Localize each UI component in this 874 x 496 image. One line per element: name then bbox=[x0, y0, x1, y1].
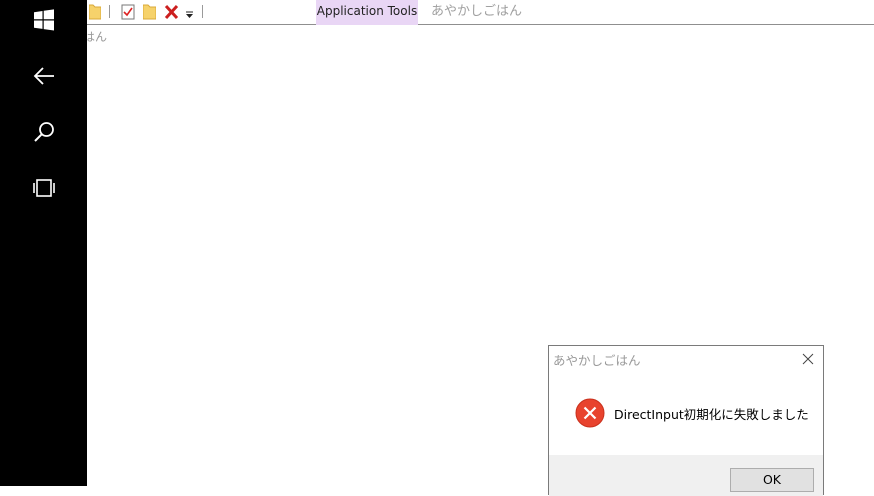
back-arrow-icon bbox=[32, 66, 56, 86]
properties-icon[interactable] bbox=[121, 4, 135, 20]
taskbar bbox=[0, 0, 87, 486]
clipped-window-label: はん bbox=[87, 30, 107, 44]
delete-icon[interactable] bbox=[164, 4, 179, 20]
folder-icon[interactable] bbox=[88, 4, 102, 20]
start-button[interactable] bbox=[0, 0, 87, 48]
task-view-icon bbox=[32, 178, 56, 198]
toolbar-separator bbox=[202, 5, 203, 18]
customize-dropdown-icon[interactable] bbox=[185, 4, 194, 20]
dialog-button-area: OK bbox=[549, 455, 823, 496]
error-icon bbox=[575, 398, 605, 428]
dialog-message: DirectInput初期化に失敗しました bbox=[614, 407, 809, 422]
windows-logo-icon bbox=[33, 9, 55, 31]
task-view-button[interactable] bbox=[0, 160, 87, 216]
quick-access-toolbar: Application Tools あやかしごはん bbox=[87, 0, 874, 25]
error-dialog: あやかしごはん DirectInput初期化に失敗しました OK bbox=[548, 345, 824, 496]
back-button[interactable] bbox=[0, 48, 87, 104]
dialog-close-button[interactable] bbox=[799, 350, 817, 368]
new-folder-icon[interactable] bbox=[142, 4, 157, 20]
dialog-title: あやかしごはん bbox=[553, 353, 641, 368]
search-button[interactable] bbox=[0, 104, 87, 160]
search-icon bbox=[33, 121, 55, 143]
tab-application-tools[interactable]: Application Tools bbox=[316, 0, 418, 25]
ok-button[interactable]: OK bbox=[730, 468, 814, 492]
window-title: あやかしごはん bbox=[431, 4, 523, 19]
close-icon bbox=[802, 350, 814, 369]
toolbar-separator bbox=[109, 5, 110, 18]
